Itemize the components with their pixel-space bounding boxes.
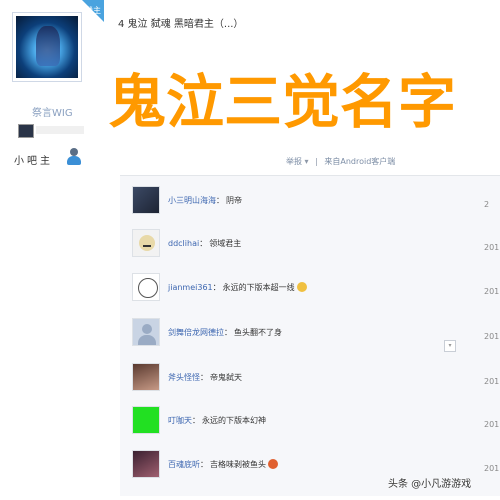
reply-content: 阴帝 (226, 196, 242, 205)
owner-label: 小吧主 (14, 156, 53, 167)
reply-content: 永远的下版本幻神 (202, 416, 266, 425)
reply-time: 201 (484, 377, 500, 386)
floor-owner-tag: 楼主 (82, 0, 104, 22)
reply-item: 斧头怪怪： 帝鬼弑天 201 (132, 363, 499, 395)
reply-avatar[interactable] (132, 406, 160, 434)
reply-item: 小三明山海海： 阴帝 2 (132, 186, 492, 218)
reply-content: 永远的下版本超一线 (222, 283, 295, 292)
smile-emoji-icon (296, 282, 307, 292)
overlay-title: 鬼泣三觉名字 (108, 68, 457, 136)
reply-avatar[interactable] (132, 186, 160, 214)
reply-time: 2 (484, 200, 490, 209)
reply-time: 201 (484, 243, 500, 252)
reply-item: ddclihai： 领域君主 201 (132, 229, 499, 261)
badge-strip (36, 126, 84, 134)
reply-content: 帝鬼弑天 (210, 373, 242, 382)
avatar-image (16, 16, 78, 78)
source-label[interactable]: 来自Android客户端 (324, 157, 395, 166)
moderator-icon (66, 148, 82, 166)
more-options-button[interactable]: ▾ (444, 340, 456, 352)
watermark: 头条 @小凡游游戏 (388, 479, 472, 490)
reply-avatar[interactable] (132, 229, 160, 257)
reply-username[interactable]: ddclihai (168, 239, 199, 248)
reply-username[interactable]: 剑舞倍龙网德拉 (168, 328, 224, 337)
reply-item: 剑舞倍龙网德拉： 鱼头翻不了身 201 (132, 318, 499, 350)
post-content-title: 4 鬼泣 弑魂 黑暗君主（...） (118, 19, 244, 30)
reply-content: 鱼头翻不了身 (234, 328, 282, 337)
reply-time: 201 (484, 420, 500, 429)
reply-username[interactable]: 小三明山海海 (168, 196, 216, 205)
author-avatar[interactable] (12, 12, 82, 82)
reply-item: 叮咖天： 永远的下版本幻神 201 (132, 406, 499, 438)
reply-time: 201 (484, 464, 500, 473)
reply-content: 领域君主 (209, 239, 242, 248)
reply-username[interactable]: 百魂底听 (168, 460, 200, 469)
separator: | (315, 157, 318, 166)
reply-avatar[interactable] (132, 318, 160, 346)
post-meta-bar: 举报 ▾ | 来自Android客户端 (286, 156, 395, 167)
report-link[interactable]: 举报 (286, 157, 302, 166)
reply-username[interactable]: jianmei361 (168, 283, 213, 292)
reply-avatar[interactable] (132, 450, 160, 478)
reply-time: 201 (484, 287, 500, 296)
reply-time: 201 (484, 332, 500, 341)
caret-down-icon[interactable]: ▾ (305, 157, 309, 166)
reply-content: 吉格味剥被鱼头 (210, 460, 266, 469)
author-username[interactable]: 祭言WIG (32, 104, 73, 119)
level-badge-icon (18, 124, 34, 138)
reply-username[interactable]: 叮咖天 (168, 416, 192, 425)
reply-item: jianmei361： 永远的下版本超一线 201 (132, 273, 499, 305)
emoji-icon (268, 459, 278, 469)
author-sidebar: 楼主 祭言WIG 小吧主 (0, 0, 104, 500)
reply-avatar[interactable] (132, 363, 160, 391)
reply-username[interactable]: 斧头怪怪 (168, 373, 200, 382)
reply-avatar[interactable] (132, 273, 160, 301)
